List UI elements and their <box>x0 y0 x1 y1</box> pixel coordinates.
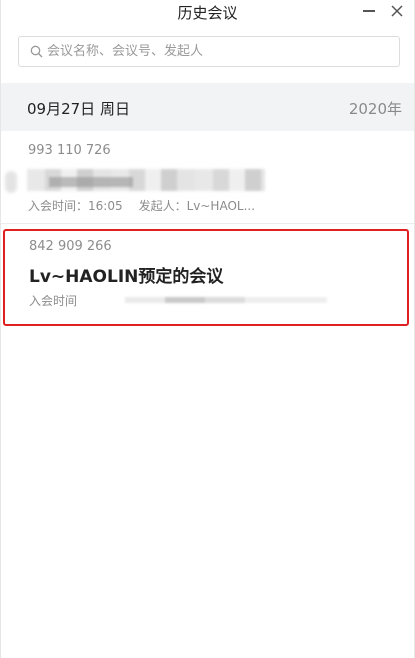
search-input[interactable] <box>47 44 377 59</box>
blurred-avatar <box>5 171 17 193</box>
search-icon <box>29 45 43 59</box>
minimize-icon <box>363 10 375 12</box>
minimize-button[interactable] <box>356 0 382 22</box>
initiator: 发起人：Lv~HAOL... <box>138 199 256 213</box>
group-year: 2020年 <box>348 100 402 118</box>
group-date: 09月27日 周日 <box>27 100 130 118</box>
history-meetings-window: 历史会议 09月27日 周日 2020年 993 110 726 入会 <box>0 0 415 658</box>
blurred-join-time-value <box>125 297 327 303</box>
join-time: 入会时间：16:05 <box>28 199 123 213</box>
close-button[interactable] <box>384 0 410 22</box>
titlebar: 历史会议 <box>1 0 414 28</box>
close-icon <box>391 5 403 17</box>
meeting-item[interactable]: 993 110 726 入会时间：16:05 发起人：Lv~HAOL... <box>1 131 414 224</box>
join-time: 入会时间 <box>29 294 78 308</box>
meeting-item-highlighted[interactable]: 842 909 266 Lv~HAOLIN预定的会议 入会时间 <box>3 229 409 326</box>
meeting-number: 842 909 266 <box>29 239 112 254</box>
window-title: 历史会议 <box>177 4 238 22</box>
search-box[interactable] <box>18 36 400 67</box>
date-group-header: 09月27日 周日 2020年 <box>1 83 414 131</box>
meeting-number: 993 110 726 <box>28 143 111 155</box>
meeting-topic: Lv~HAOLIN预定的会议 <box>29 267 224 287</box>
blurred-meeting-topic-overlay <box>49 177 133 187</box>
meeting-meta: 入会时间：16:05 发起人：Lv~HAOL... <box>28 197 255 214</box>
